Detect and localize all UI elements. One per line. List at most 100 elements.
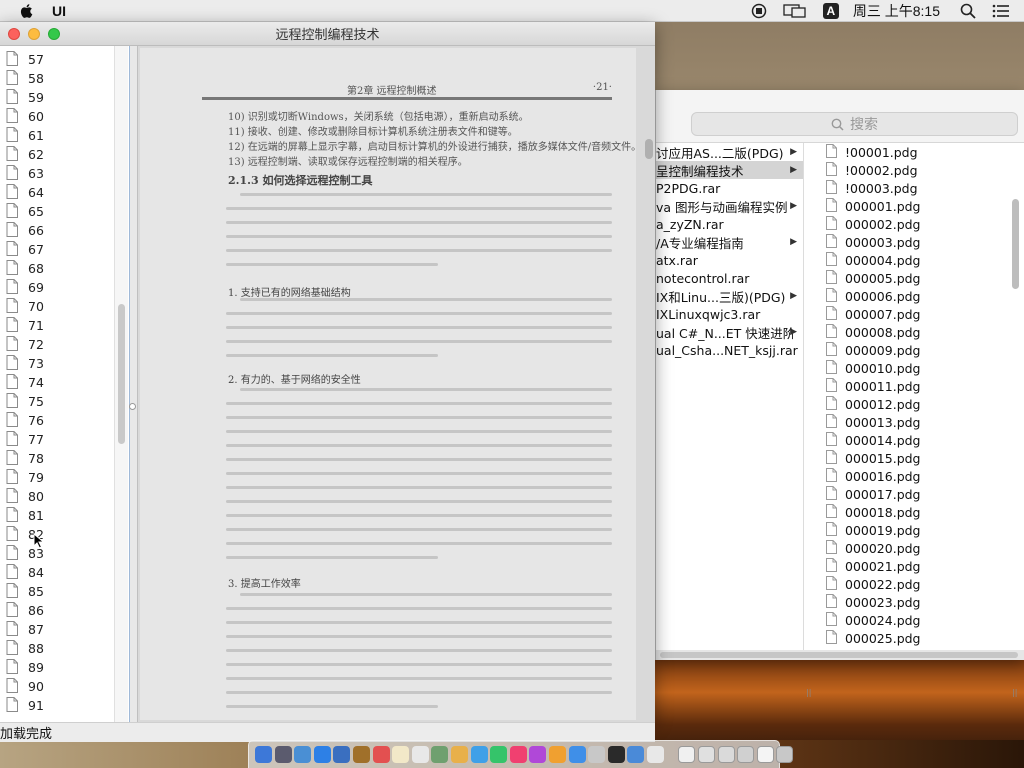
finder-file-item[interactable]: a_zyZN.rar bbox=[656, 215, 803, 233]
finder-file-item[interactable]: notecontrol.rar bbox=[656, 269, 803, 287]
dock-app-icon[interactable] bbox=[588, 746, 606, 763]
dock-app-icon[interactable] bbox=[470, 746, 488, 763]
finder-file-item[interactable]: 000013.pdg bbox=[816, 413, 1012, 431]
page-list-item[interactable]: 65 bbox=[0, 202, 115, 221]
apple-menu-icon[interactable] bbox=[18, 2, 36, 20]
finder-file-item[interactable]: 000023.pdg bbox=[816, 593, 1012, 611]
finder-file-item[interactable]: 000004.pdg bbox=[816, 251, 1012, 269]
page-list-item[interactable]: 91 bbox=[0, 696, 115, 715]
column-resize-handle[interactable]: || bbox=[1012, 688, 1018, 697]
page-list-item[interactable]: 63 bbox=[0, 164, 115, 183]
finder-file-item[interactable]: 000020.pdg bbox=[816, 539, 1012, 557]
finder-file-item[interactable]: ual_Csha...NET_ksjj.rar bbox=[656, 341, 803, 359]
input-method-icon[interactable]: A bbox=[822, 3, 839, 19]
page-list-item[interactable]: 61 bbox=[0, 126, 115, 145]
finder-file-item[interactable]: 000009.pdg bbox=[816, 341, 1012, 359]
page-list-scrollbar[interactable] bbox=[114, 46, 128, 722]
menu-clock[interactable]: 周三 上午8:15 bbox=[853, 1, 940, 21]
dock-document-icon[interactable] bbox=[737, 746, 755, 763]
finder-file-item[interactable]: 000018.pdg bbox=[816, 503, 1012, 521]
finder-folder-item[interactable]: 呈控制编程技术 ▶ bbox=[656, 161, 803, 179]
display-mirroring-icon[interactable] bbox=[783, 3, 807, 19]
finder-folder-item[interactable]: ual C#_N...ET 快速进阶 ▶ bbox=[656, 323, 803, 341]
dock-app-icon[interactable] bbox=[313, 746, 331, 763]
dock-app-icon[interactable] bbox=[274, 746, 292, 763]
dock-app-icon[interactable] bbox=[352, 746, 370, 763]
finder-file-item[interactable]: 000012.pdg bbox=[816, 395, 1012, 413]
finder-file-item[interactable]: !00003.pdg bbox=[816, 179, 1012, 197]
dock-app-icon[interactable] bbox=[392, 746, 410, 763]
dock-app-icon[interactable] bbox=[450, 746, 468, 763]
finder-folder-item[interactable]: 讨应用AS...二版(PDG) ▶ bbox=[656, 143, 803, 161]
page-list-item[interactable]: 83 bbox=[0, 544, 115, 563]
finder-file-item[interactable]: 000001.pdg bbox=[816, 197, 1012, 215]
finder-search-field[interactable]: 搜索 bbox=[691, 112, 1018, 136]
finder-file-item[interactable]: 000022.pdg bbox=[816, 575, 1012, 593]
dock-app-icon[interactable] bbox=[568, 746, 586, 763]
dock-document-icon[interactable] bbox=[717, 746, 735, 763]
page-list-item[interactable]: 76 bbox=[0, 411, 115, 430]
finder-folder-item[interactable]: va 图形与动画编程实例 ▶ bbox=[656, 197, 803, 215]
page-list-item[interactable]: 73 bbox=[0, 354, 115, 373]
page-list-item[interactable]: 79 bbox=[0, 468, 115, 487]
finder-file-item[interactable]: 000017.pdg bbox=[816, 485, 1012, 503]
finder-file-item[interactable]: 000015.pdg bbox=[816, 449, 1012, 467]
finder-file-item[interactable]: 000016.pdg bbox=[816, 467, 1012, 485]
page-list-item[interactable]: 75 bbox=[0, 392, 115, 411]
page-list-item[interactable]: 88 bbox=[0, 639, 115, 658]
page-list-item[interactable]: 77 bbox=[0, 430, 115, 449]
dock-app-icon[interactable] bbox=[607, 746, 625, 763]
scrollbar-thumb[interactable] bbox=[118, 304, 125, 444]
dock-app-icon[interactable] bbox=[490, 746, 508, 763]
dock-app-icon[interactable] bbox=[372, 746, 390, 763]
dock-app-icon[interactable] bbox=[333, 746, 351, 763]
page-list-item[interactable]: 64 bbox=[0, 183, 115, 202]
finder-file-item[interactable]: 000002.pdg bbox=[816, 215, 1012, 233]
page-list-item[interactable]: 69 bbox=[0, 278, 115, 297]
dock-app-icon[interactable] bbox=[548, 746, 566, 763]
dock-app-icon[interactable] bbox=[255, 746, 272, 763]
page-list-item[interactable]: 74 bbox=[0, 373, 115, 392]
dock-app-icon[interactable] bbox=[294, 746, 312, 763]
zoom-button[interactable] bbox=[48, 28, 60, 40]
finder-file-item[interactable]: 000006.pdg bbox=[816, 287, 1012, 305]
page-list-item[interactable]: 78 bbox=[0, 449, 115, 468]
dock-document-icon[interactable] bbox=[678, 746, 696, 763]
close-button[interactable] bbox=[8, 28, 20, 40]
finder-horizontal-scrollbar[interactable] bbox=[656, 650, 1024, 660]
page-list-item[interactable]: 62 bbox=[0, 145, 115, 164]
finder-file-item[interactable]: 000014.pdg bbox=[816, 431, 1012, 449]
finder-file-item[interactable]: 000003.pdg bbox=[816, 233, 1012, 251]
finder-file-item[interactable]: IXLinuxqwjc3.rar bbox=[656, 305, 803, 323]
page-list-item[interactable]: 90 bbox=[0, 677, 115, 696]
finder-file-item[interactable]: 000019.pdg bbox=[816, 521, 1012, 539]
dock-app-icon[interactable] bbox=[529, 746, 547, 763]
finder-file-item[interactable]: 000005.pdg bbox=[816, 269, 1012, 287]
page-list-item[interactable]: 60 bbox=[0, 107, 115, 126]
finder-folder-item[interactable]: /A专业编程指南 ▶ bbox=[656, 233, 803, 251]
dock-app-icon[interactable] bbox=[509, 746, 527, 763]
dock-app-icon[interactable] bbox=[411, 746, 429, 763]
finder-folder-item[interactable]: IX和Linu...三版)(PDG) ▶ bbox=[656, 287, 803, 305]
finder-file-item[interactable]: 000008.pdg bbox=[816, 323, 1012, 341]
dock-app-icon[interactable] bbox=[646, 746, 664, 763]
page-list-item[interactable]: 81 bbox=[0, 506, 115, 525]
finder-file-item[interactable]: !00001.pdg bbox=[816, 143, 1012, 161]
column-resize-handle[interactable]: || bbox=[806, 688, 812, 697]
finder-file-item[interactable]: 000011.pdg bbox=[816, 377, 1012, 395]
page-list-item[interactable]: 71 bbox=[0, 316, 115, 335]
page-list-item[interactable]: 85 bbox=[0, 582, 115, 601]
app-menu-title[interactable]: UI bbox=[52, 3, 66, 19]
pane-splitter-handle[interactable] bbox=[129, 403, 136, 410]
page-list-item[interactable]: 67 bbox=[0, 240, 115, 259]
page-list-item[interactable]: 70 bbox=[0, 297, 115, 316]
window-titlebar[interactable]: 远程控制编程技术 bbox=[0, 22, 655, 46]
minimize-button[interactable] bbox=[28, 28, 40, 40]
trash-icon[interactable] bbox=[776, 746, 794, 763]
finder-file-item[interactable]: 000010.pdg bbox=[816, 359, 1012, 377]
record-icon[interactable] bbox=[751, 3, 767, 19]
page-list-item[interactable]: 72 bbox=[0, 335, 115, 354]
page-list-item[interactable]: 82 bbox=[0, 525, 115, 544]
notification-center-icon[interactable] bbox=[992, 4, 1010, 18]
finder-vertical-scrollbar[interactable] bbox=[1012, 199, 1019, 289]
